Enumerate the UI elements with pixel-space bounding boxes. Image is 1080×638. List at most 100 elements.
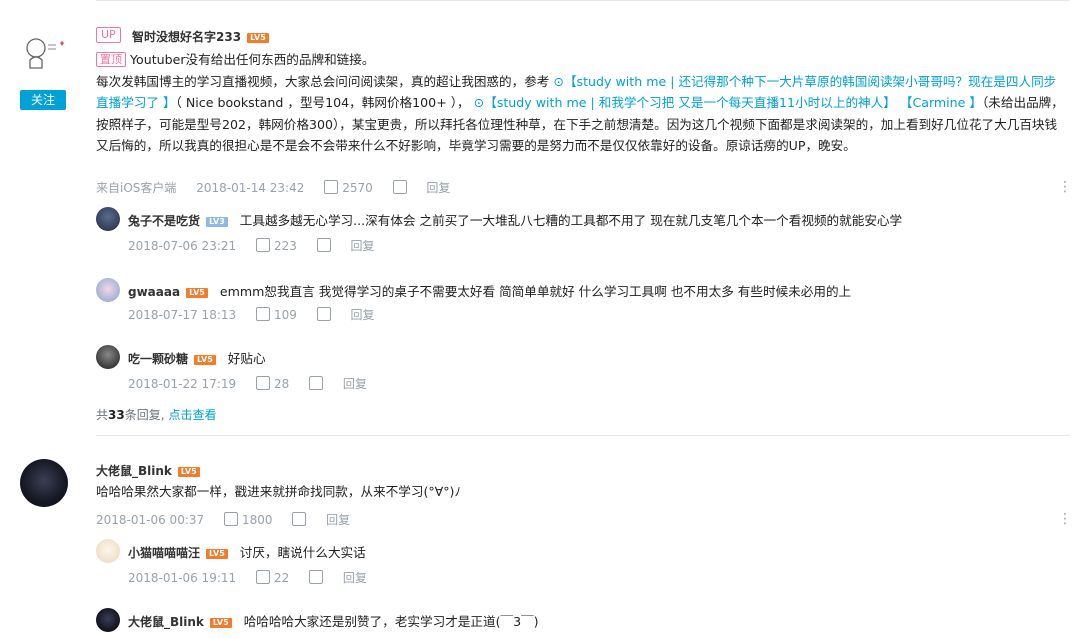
reply-avatar[interactable]	[96, 608, 120, 632]
reply-1: 小猫喵喵喵汪 LV5 讨厌，瞎说什么大实话	[128, 542, 366, 561]
reply-button[interactable]: 回复	[426, 179, 450, 196]
reply-text: 讨厌，瞎说什么大实话	[239, 545, 366, 560]
reply-username[interactable]: gwaaaa LV5	[128, 285, 208, 299]
comment-body: 置顶 Youtuber没有给出任何东西的品牌和链接。 每次发韩国博主的学习直播视频…	[96, 49, 1068, 157]
level-badge: LV5	[247, 33, 269, 43]
reply-3: 吃一颗砂糖 LV5 好贴心	[128, 348, 266, 367]
dislike-button[interactable]	[392, 180, 407, 195]
username-text: 大佬鼠_Blink	[96, 464, 172, 478]
total-prefix: 共	[96, 408, 109, 422]
comment-text-b: （ Nice bookstand ，型号104，韩网价格100+ ），	[175, 95, 470, 110]
timestamp: 2018-07-06 23:21	[128, 239, 237, 253]
timestamp: 2018-01-06 19:11	[128, 571, 237, 585]
comment-text-first: Youtuber没有给出任何东西的品牌和链接。	[130, 52, 375, 67]
like-button[interactable]: 1800	[223, 512, 273, 527]
reply-avatar[interactable]	[96, 278, 120, 302]
thumbs-down-icon	[316, 307, 331, 321]
dislike-button[interactable]	[309, 376, 324, 391]
reply-button[interactable]: 回复	[343, 569, 367, 586]
user-avatar[interactable]	[20, 28, 68, 76]
reply-button[interactable]: 回复	[351, 237, 375, 254]
view-all-link[interactable]: 点击查看	[169, 408, 217, 422]
dislike-button[interactable]	[316, 307, 331, 322]
video-link-icon: ⊙	[553, 73, 564, 89]
reply-username-text: 小猫喵喵喵汪	[128, 546, 201, 560]
thumbs-up-icon	[255, 238, 270, 252]
level-badge: LV5	[194, 355, 216, 365]
level-badge: LV3	[206, 217, 228, 227]
reply-username[interactable]: 大佬鼠_Blink LV5	[128, 615, 232, 629]
comment-username[interactable]: 智时没想好名字233 LV5	[132, 28, 269, 45]
reply-avatar[interactable]	[96, 207, 120, 231]
like-count: 223	[273, 239, 297, 253]
comment-username[interactable]: 大佬鼠_Blink LV5	[96, 462, 200, 479]
reply-username-text: 兔子不是吃货	[128, 214, 201, 228]
thumbs-up-icon	[223, 512, 238, 526]
reply-meta: 2018-07-17 18:13 109 回复	[128, 306, 375, 323]
comment-body: 哈哈哈果然大家都一样，戳进来就拼命找同款，从来不学习(°∀°)ﾉ	[96, 484, 461, 499]
thumbs-up-icon	[324, 180, 339, 194]
thumbs-up-icon	[255, 376, 270, 390]
reply-1: 兔子不是吃货 LV3 工具越多越无心学习...深有体会 之前买了一大堆乱八七糟的工…	[128, 210, 902, 229]
pinned-tag: 置顶	[96, 52, 126, 67]
username-text: 智时没想好名字233	[132, 30, 242, 44]
reply-text: 哈哈哈哈大家还是别赞了，老实学习才是正道(￣3￣)	[243, 614, 539, 629]
thumbs-down-icon	[316, 238, 331, 252]
thumbs-down-icon	[309, 570, 324, 584]
like-count: 2570	[342, 181, 373, 195]
reply-avatar[interactable]	[96, 345, 120, 369]
more-options-icon[interactable]: ⋮	[1058, 512, 1072, 526]
comment-meta: 2018-01-06 00:37 1800 回复	[96, 511, 350, 528]
timestamp: 2018-07-17 18:13	[128, 308, 237, 322]
thumbs-down-icon	[309, 376, 324, 390]
thumbs-up-icon	[255, 570, 270, 584]
reply-meta: 2018-01-06 19:11 22 回复	[128, 569, 367, 586]
like-button[interactable]: 109	[255, 307, 297, 322]
reply-meta: 2018-07-06 23:21 223 回复	[128, 237, 375, 254]
timestamp: 2018-01-14 23:42	[196, 181, 305, 195]
like-count: 28	[273, 377, 290, 391]
video-link-icon: ⊙	[473, 95, 485, 110]
level-badge: LV5	[209, 618, 232, 628]
like-button[interactable]: 2570	[324, 180, 373, 195]
like-count: 22	[273, 571, 290, 585]
reply-username-text: 大佬鼠_Blink	[128, 615, 204, 629]
reply-avatar[interactable]	[96, 539, 120, 563]
follow-button[interactable]: 关注	[20, 90, 66, 110]
like-button[interactable]: 22	[255, 570, 290, 585]
reply-username[interactable]: 兔子不是吃货 LV3	[128, 214, 228, 228]
view-all-replies: 共33条回复, 点击查看	[96, 406, 217, 423]
thumbs-up-icon	[255, 307, 270, 321]
avatar-doodle-icon	[26, 38, 64, 69]
reply-username[interactable]: 小猫喵喵喵汪 LV5	[128, 546, 228, 560]
level-badge: LV5	[177, 467, 200, 477]
video-link-2[interactable]: 【study with me | 和我学个习把 又是一个每天直播11小时以上的神…	[484, 95, 896, 110]
timestamp: 2018-01-22 17:19	[128, 377, 237, 391]
dislike-button[interactable]	[309, 570, 324, 585]
reply-username-text: gwaaaa	[128, 285, 181, 299]
user-avatar[interactable]	[20, 459, 68, 507]
total-count: 33	[108, 408, 125, 422]
top-divider	[96, 0, 1070, 1]
level-badge: LV5	[206, 549, 228, 559]
more-options-icon[interactable]: ⋮	[1058, 180, 1072, 194]
reply-2: 大佬鼠_Blink LV5 哈哈哈哈大家还是别赞了，老实学习才是正道(￣3￣)	[128, 611, 539, 630]
video-link-3[interactable]: 【Carmine 】	[900, 95, 982, 110]
level-badge: LV5	[186, 288, 208, 298]
dislike-button[interactable]	[316, 238, 331, 253]
reply-text: 好贴心	[227, 351, 266, 366]
like-count: 1800	[241, 513, 273, 527]
up-badge: UP	[96, 27, 121, 43]
reply-button[interactable]: 回复	[351, 306, 375, 323]
reply-button[interactable]: 回复	[326, 511, 350, 528]
reply-username[interactable]: 吃一颗砂糖 LV5	[128, 352, 216, 366]
comment-divider	[96, 435, 1070, 436]
like-count: 109	[273, 308, 297, 322]
reply-meta: 2018-01-22 17:19 28 回复	[128, 375, 367, 392]
comment-text-a: 每次发韩国博主的学习直播视频，大家总会问问阅读架，真的超让我困惑的，参考	[96, 73, 550, 89]
comment-meta: 来自iOS客户端 2018-01-14 23:42 2570 回复	[96, 179, 450, 196]
dislike-button[interactable]	[292, 512, 307, 527]
like-button[interactable]: 28	[255, 376, 290, 391]
reply-button[interactable]: 回复	[343, 375, 367, 392]
like-button[interactable]: 223	[255, 238, 297, 253]
